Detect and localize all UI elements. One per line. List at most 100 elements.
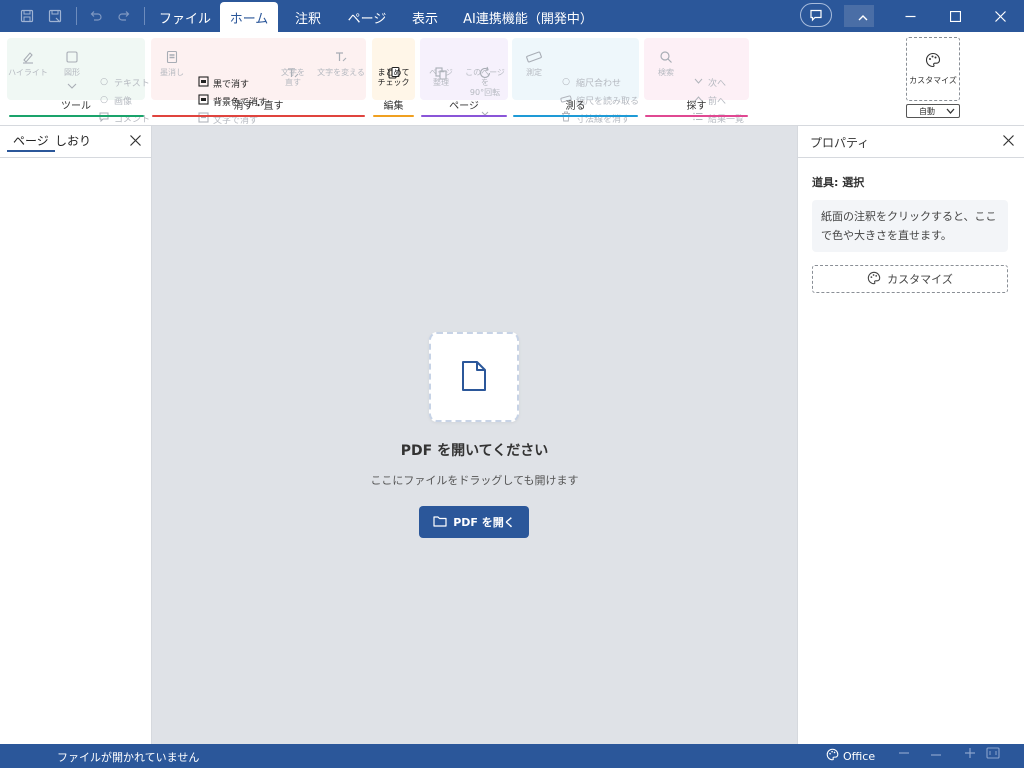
close-properties-button[interactable] <box>1003 132 1014 150</box>
measure-label: 測定 <box>526 68 542 77</box>
zoom-reset-icon[interactable] <box>930 747 942 763</box>
toolbar-divider <box>76 7 77 25</box>
redact-black-button[interactable]: 黒で消す <box>197 75 249 91</box>
close-icon <box>1003 135 1014 146</box>
fit-page-icon[interactable] <box>986 747 1000 763</box>
replace-text-label: 文字を変える <box>317 68 365 77</box>
group-underline-page <box>421 115 507 117</box>
ribbon-mode-value: 自動 <box>919 106 935 116</box>
tab-ai[interactable]: AI連携機能（開発中） <box>462 2 594 32</box>
palette-icon <box>925 52 941 70</box>
palette-icon <box>826 748 839 764</box>
redo-icon[interactable] <box>112 4 136 28</box>
rectangle-icon <box>65 50 79 68</box>
save-icon[interactable] <box>15 4 39 28</box>
ribbon: ハイライト 図形 ○ テキスト ○ 画像 コメント ツール 墨消し 黒で消す 背… <box>0 32 1024 126</box>
fix-text-button[interactable]: 文字を 直す <box>276 50 310 88</box>
group-underline-edit <box>373 115 414 117</box>
search-label: 検索 <box>658 68 674 77</box>
group-label-search: 探す <box>686 101 707 112</box>
chat-icon <box>810 9 822 22</box>
tab-home[interactable]: ホーム <box>220 2 278 32</box>
redact-icon <box>165 50 179 68</box>
group-underline-measure <box>513 115 638 117</box>
open-pdf-button[interactable]: PDF を開く <box>419 506 529 538</box>
toolbar-divider <box>144 7 145 25</box>
ribbon-customize-label: カスタマイズ <box>909 76 957 85</box>
search-next-label: 次へ <box>708 78 727 89</box>
highlight-button[interactable]: ハイライト <box>8 50 48 78</box>
ribbon-collapse-button[interactable] <box>844 5 874 27</box>
left-panel-tabs: ページ しおり <box>0 126 151 158</box>
shape-button[interactable]: 図形 <box>52 50 92 92</box>
highlight-label: ハイライト <box>8 68 48 77</box>
tab-pages[interactable]: ページ <box>7 132 55 152</box>
properties-customize-button[interactable]: カスタマイズ <box>812 265 1008 293</box>
fix-text-label: 文字を 直す <box>281 68 305 87</box>
text-label: テキスト <box>114 78 150 89</box>
search-icon <box>659 50 673 68</box>
empty-state-subtitle: ここにファイルをドラッグしても開けます <box>370 474 579 487</box>
replace-text-button[interactable]: 文字を変える <box>316 50 366 78</box>
batch-check-button[interactable]: まとめて チェック <box>372 50 415 88</box>
batch-check-icon <box>387 50 401 79</box>
redact-button[interactable]: 墨消し <box>152 50 192 78</box>
measure-button[interactable]: 測定 <box>513 50 555 78</box>
chevron-up-icon <box>858 11 868 25</box>
undo-icon[interactable] <box>84 4 108 28</box>
ruler-icon <box>526 50 542 68</box>
group-label-measure: 測る <box>565 101 586 112</box>
search-next-button[interactable]: 次へ <box>692 74 726 90</box>
drop-zone[interactable] <box>429 332 519 422</box>
properties-header: プロパティ <box>798 126 1024 158</box>
theme-button[interactable]: Office <box>826 748 875 764</box>
group-underline-search <box>645 115 748 117</box>
ribbon-customize-button[interactable]: カスタマイズ <box>906 37 960 101</box>
scale-calibrate-button[interactable]: ○ 縮尺合わせ <box>560 74 621 90</box>
group-label-erase: 消す・直す <box>233 101 284 112</box>
properties-title: プロパティ <box>810 136 870 150</box>
maximize-button[interactable] <box>933 0 977 32</box>
current-tool-label: 道具: 選択 <box>812 176 865 189</box>
circle-icon: ○ <box>562 77 570 87</box>
open-pdf-label: PDF を開く <box>453 516 515 529</box>
save-as-icon[interactable] <box>43 4 67 28</box>
tab-view[interactable]: 表示 <box>402 2 448 32</box>
left-panel: ページ しおり <box>0 126 152 744</box>
close-icon <box>130 135 141 146</box>
text-replace-icon <box>334 50 348 68</box>
black-box-icon <box>197 76 209 90</box>
properties-hint: 紙面の注釈をクリックすると、ここで色や大きさを直せます。 <box>812 200 1008 252</box>
ribbon-mode-select[interactable]: 自動 <box>906 104 960 118</box>
tab-page[interactable]: ページ <box>340 2 394 32</box>
empty-state-title: PDF を開いてください <box>400 443 549 459</box>
redact-black-label: 黒で消す <box>213 79 250 90</box>
document-icon <box>461 360 487 395</box>
zoom-out-icon[interactable] <box>898 747 910 763</box>
folder-icon <box>433 515 447 530</box>
theme-label: Office <box>843 749 876 763</box>
scale-calibrate-label: 縮尺合わせ <box>576 78 622 89</box>
group-underline-erase <box>152 115 365 117</box>
search-button[interactable]: 検索 <box>645 50 687 78</box>
tab-annotate[interactable]: 注釈 <box>284 2 332 32</box>
batch-check-label: まとめて チェック <box>377 68 410 87</box>
group-label-edit: 編集 <box>383 101 404 112</box>
text-button[interactable]: ○ テキスト <box>98 74 150 90</box>
minimize-button[interactable] <box>888 0 932 32</box>
tab-bookmarks[interactable]: しおり <box>55 132 91 152</box>
close-left-panel-button[interactable] <box>130 132 141 150</box>
rotate-page-label: このページを 90°回転 <box>465 68 505 97</box>
minimize-icon <box>905 15 915 17</box>
group-label-page: ページ <box>449 101 479 112</box>
pages-icon <box>434 50 448 80</box>
feedback-button[interactable] <box>800 3 832 27</box>
tab-file[interactable]: ファイル <box>155 2 215 32</box>
chevron-down-icon <box>67 82 77 92</box>
document-canvas[interactable]: PDF を開いてください ここにファイルをドラッグしても開けます PDF を開く <box>152 126 797 744</box>
organize-pages-button[interactable]: ページ 整理 <box>421 50 461 88</box>
maximize-icon <box>949 10 961 22</box>
chevron-down-icon <box>692 77 704 87</box>
zoom-in-icon[interactable] <box>964 747 976 763</box>
close-window-button[interactable] <box>978 0 1022 32</box>
